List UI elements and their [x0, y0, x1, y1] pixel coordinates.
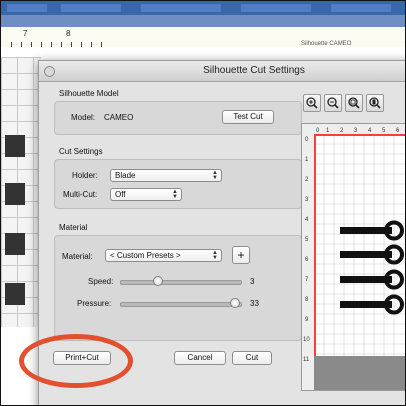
speed-label: Speed: [88, 277, 114, 286]
material-group: Material: < Custom Presets > ▲ ▼ + Speed:… [54, 235, 302, 341]
model-label: Model: [71, 113, 96, 122]
cut-settings-dialog: Silhouette Cut Settings Silhouette Model… [38, 60, 405, 405]
material-label: Material: [62, 252, 93, 261]
dialog-titlebar: Silhouette Cut Settings [39, 61, 405, 82]
multicut-label: Multi-Cut: [63, 190, 98, 199]
shape-block [5, 183, 25, 205]
add-material-button[interactable]: + [232, 246, 250, 264]
preview-ruler-left-label: 10 [303, 337, 310, 343]
cut-settings-group: Holder: Blade ▲ ▼ Multi-Cut: Off ▲ ▼ [54, 159, 302, 209]
background-toolbar [1, 1, 405, 15]
cancel-button[interactable]: Cancel [174, 351, 226, 365]
holder-select[interactable]: Blade ▲ ▼ [110, 169, 222, 182]
background-strip [1, 15, 405, 27]
test-cut-button[interactable]: Test Cut [222, 110, 274, 124]
zoom-fit-icon[interactable] [345, 94, 363, 112]
material-value: < Custom Presets > [110, 251, 181, 260]
pressure-slider[interactable] [120, 302, 242, 307]
select-arrows-icon: ▲ ▼ [172, 189, 178, 200]
preview-mat: 0 1 2 3 4 5 6 0 1 2 3 4 5 6 7 8 9 10 11 [302, 124, 405, 390]
material-select[interactable]: < Custom Presets > ▲ ▼ [105, 249, 222, 262]
speed-slider-thumb[interactable] [153, 276, 163, 286]
holder-value: Blade [115, 171, 136, 180]
holder-label: Holder: [72, 171, 98, 180]
select-arrows-icon: ▲ ▼ [212, 250, 218, 261]
preview-ruler-left-label: 11 [303, 357, 310, 363]
multicut-select[interactable]: Off ▲ ▼ [110, 188, 182, 201]
zoom-out-icon[interactable] [324, 94, 342, 112]
model-section-heading: Silhouette Model [59, 89, 119, 98]
dialog-title: Silhouette Cut Settings [203, 65, 305, 76]
material-heading: Material [59, 223, 88, 232]
select-arrows-icon: ▲ ▼ [212, 170, 218, 181]
cut-button[interactable]: Cut [232, 351, 272, 365]
ruler-label: 7 [23, 29, 28, 38]
shape-block [5, 233, 25, 255]
multicut-value: Off [115, 190, 126, 199]
shape-block [5, 283, 25, 305]
background-cutting-mat [1, 57, 41, 327]
pressure-value: 33 [250, 299, 259, 308]
zoom-in-icon[interactable] [303, 94, 321, 112]
screenshot-frame: 7 8 Silhouette CAMEO Silhouette Cut Sett… [0, 0, 406, 406]
cut-preview: 0 1 2 3 4 5 6 0 1 2 3 4 5 6 7 8 9 10 11 [301, 123, 405, 391]
model-value: CAMEO [104, 113, 134, 122]
print-cut-button[interactable]: Print+Cut [53, 351, 111, 365]
zoom-page-icon[interactable] [366, 94, 384, 112]
pressure-slider-thumb[interactable] [230, 298, 240, 308]
speed-value: 3 [250, 277, 255, 286]
ruler-label: 8 [66, 29, 71, 38]
cut-settings-heading: Cut Settings [59, 147, 103, 156]
preview-cut-shapes [340, 220, 404, 315]
pressure-label: Pressure: [77, 299, 112, 308]
model-group: Model: CAMEO Test Cut [54, 101, 302, 135]
shape-block [5, 135, 25, 157]
speed-slider[interactable] [120, 280, 242, 285]
